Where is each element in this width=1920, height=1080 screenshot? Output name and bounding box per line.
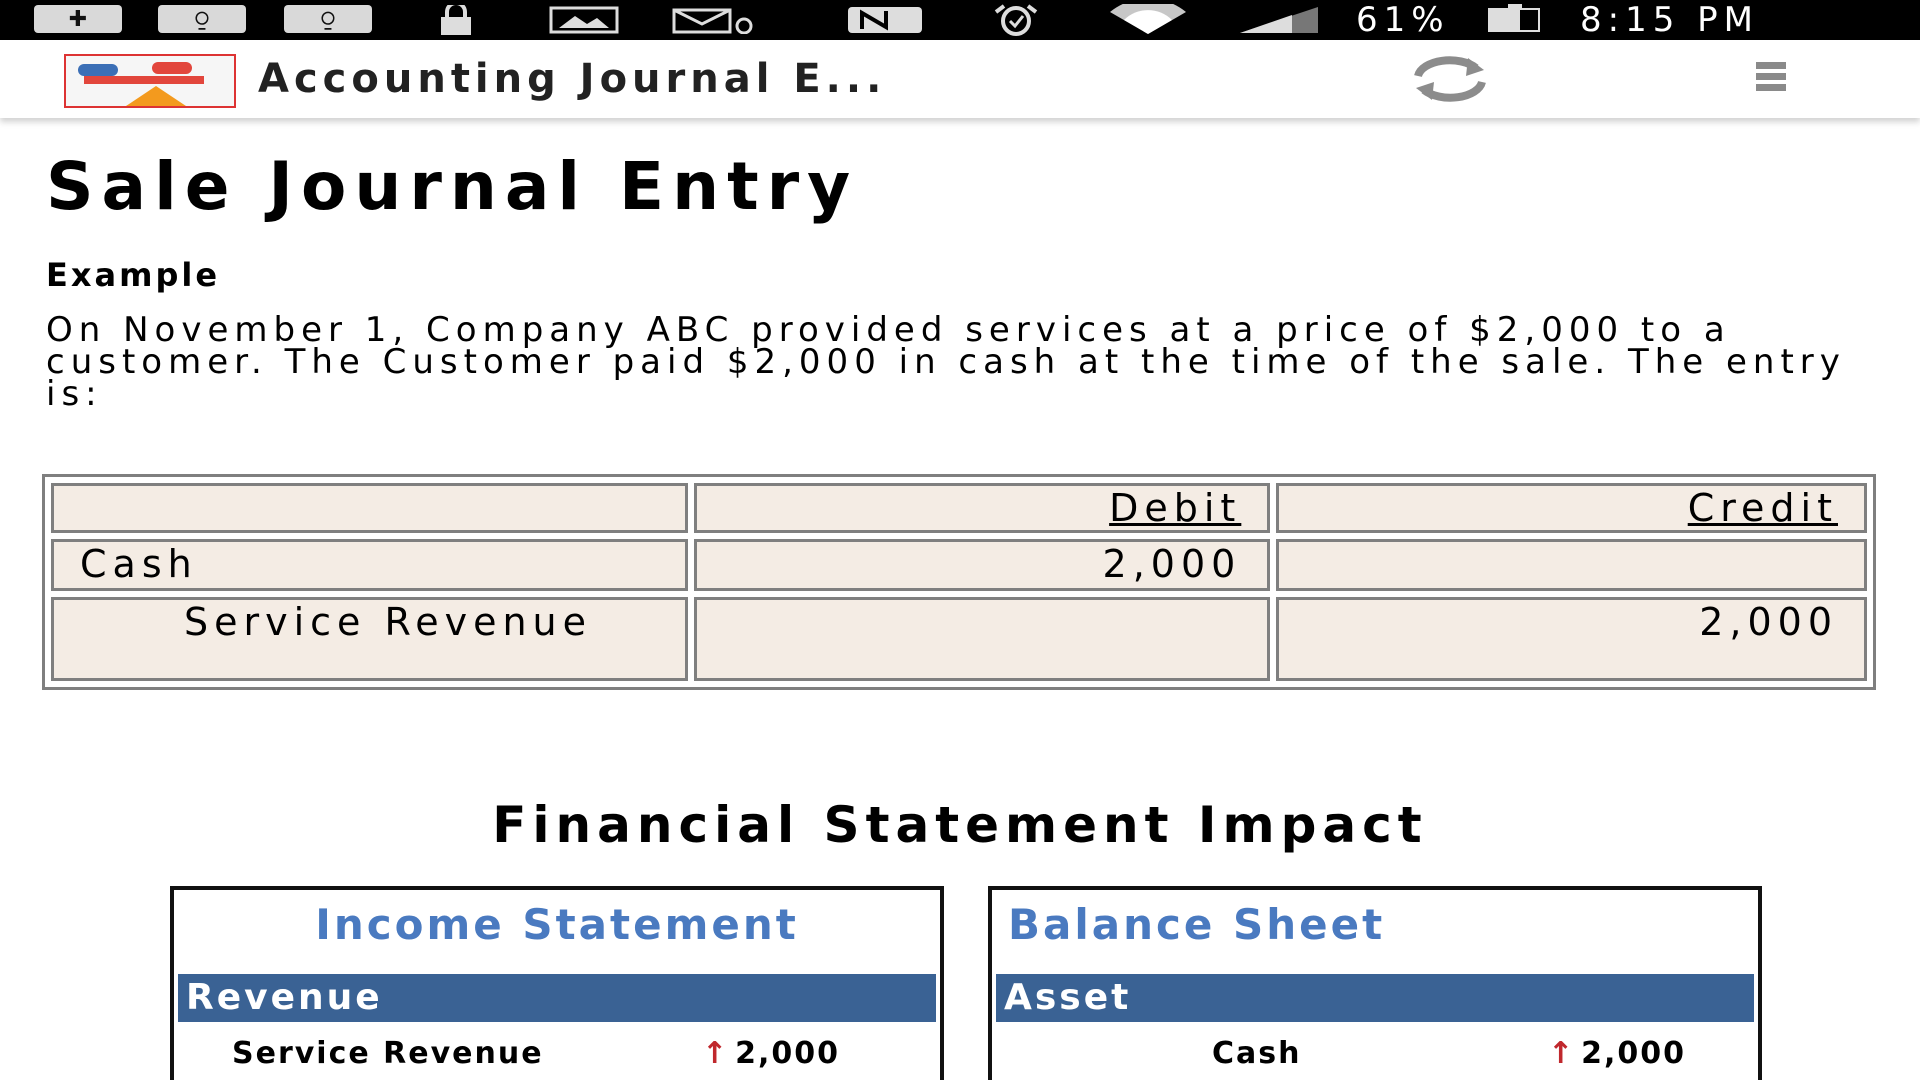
arrow-up-icon: ↑ xyxy=(1548,1036,1576,1071)
credit-cell xyxy=(1276,539,1867,591)
header-cell-account xyxy=(51,483,688,533)
wifi-icon xyxy=(1104,4,1192,35)
arrow-up-icon: ↑ xyxy=(702,1036,730,1071)
chat-icon: ⍜ xyxy=(158,5,246,33)
cash-value: ↑ 2,000 xyxy=(1548,1036,1687,1071)
app-logo xyxy=(64,54,236,108)
asset-header: Asset xyxy=(996,974,1754,1022)
page-title: Sale Journal Entry xyxy=(46,148,859,225)
add-icon: ✚ xyxy=(34,5,122,33)
debit-cell xyxy=(693,597,1271,681)
refresh-icon[interactable] xyxy=(1410,54,1490,104)
menu-icon[interactable] xyxy=(1756,62,1786,98)
balance-sheet-card: Balance Sheet Asset Cash ↑ 2,000 xyxy=(988,886,1762,1080)
credit-cell: 2,000 xyxy=(1276,597,1867,681)
balance-sheet-title: Balance Sheet xyxy=(1008,900,1386,949)
table-row: Service Revenue 2,000 xyxy=(51,597,1867,681)
status-bar: ✚ ⍜ ⍜ 61% 8:15 PM xyxy=(0,0,1920,40)
example-text: On November 1, Company ABC provided serv… xyxy=(46,310,1846,414)
table-header-row: Debit Credit xyxy=(51,483,1867,533)
impact-title: Financial Statement Impact xyxy=(492,796,1428,854)
alarm-icon xyxy=(976,4,1056,36)
income-statement-title: Income Statement xyxy=(315,900,799,949)
app-bar: Accounting Journal E... xyxy=(0,40,1920,118)
table-row: Cash 2,000 xyxy=(51,539,1867,591)
app-title: Accounting Journal E... xyxy=(258,56,887,102)
nfc-icon xyxy=(846,5,924,35)
mail-icon xyxy=(672,5,756,35)
lock-icon xyxy=(426,5,486,35)
journal-entry-table: Debit Credit Cash 2,000 Service Revenue … xyxy=(42,474,1876,690)
clock: 8:15 PM xyxy=(1580,0,1759,40)
account-cell: Service Revenue xyxy=(184,600,593,644)
battery-icon xyxy=(1488,4,1540,32)
service-revenue-value: ↑ 2,000 xyxy=(702,1036,841,1071)
header-credit: Credit xyxy=(1687,486,1838,530)
account-cell: Cash xyxy=(51,539,688,591)
cash-label: Cash xyxy=(1212,1036,1302,1071)
debit-cell: 2,000 xyxy=(693,539,1271,591)
revenue-header: Revenue xyxy=(178,974,936,1022)
service-revenue-label: Service Revenue xyxy=(232,1036,544,1071)
example-label: Example xyxy=(46,256,221,294)
signal-icon xyxy=(1236,5,1322,35)
image-icon xyxy=(548,5,620,35)
income-statement-card: Income Statement Revenue Service Revenue… xyxy=(170,886,944,1080)
chat-icon: ⍜ xyxy=(284,5,372,33)
header-debit: Debit xyxy=(1109,486,1242,530)
battery-percent: 61% xyxy=(1356,0,1450,40)
